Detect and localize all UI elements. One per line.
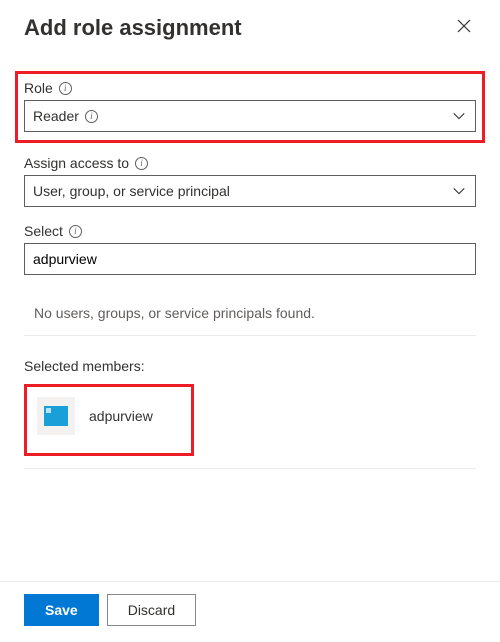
selected-member-row: adpurview Remove [24, 384, 476, 469]
no-results-message: No users, groups, or service principals … [24, 291, 476, 336]
chevron-down-icon [451, 108, 467, 124]
member-avatar [37, 397, 75, 435]
assign-access-label: Assign access to [24, 155, 129, 171]
role-field-highlight: Role Reader [15, 71, 485, 143]
role-select-value: Reader [33, 108, 79, 124]
discard-button[interactable]: Discard [107, 594, 196, 626]
resource-icon [44, 406, 68, 426]
assign-access-value: User, group, or service principal [33, 183, 230, 199]
role-label-row: Role [24, 80, 476, 96]
close-button[interactable] [452, 14, 476, 41]
info-icon[interactable] [69, 225, 82, 238]
role-label: Role [24, 80, 53, 96]
info-icon[interactable] [135, 157, 148, 170]
panel-header: Add role assignment [24, 14, 476, 41]
selected-member-highlight: adpurview [24, 384, 194, 456]
selected-members-label: Selected members: [24, 358, 476, 374]
assign-access-select[interactable]: User, group, or service principal [24, 175, 476, 207]
select-label: Select [24, 223, 63, 239]
select-input[interactable] [24, 243, 476, 275]
member-name: adpurview [89, 408, 153, 424]
assign-access-label-row: Assign access to [24, 155, 476, 171]
close-icon [456, 18, 472, 38]
info-icon[interactable] [59, 82, 72, 95]
select-label-row: Select [24, 223, 476, 239]
panel-footer: Save Discard [0, 581, 500, 642]
page-title: Add role assignment [24, 15, 242, 41]
save-button[interactable]: Save [24, 594, 99, 626]
role-select[interactable]: Reader [24, 100, 476, 132]
info-icon[interactable] [85, 110, 98, 123]
chevron-down-icon [451, 183, 467, 199]
